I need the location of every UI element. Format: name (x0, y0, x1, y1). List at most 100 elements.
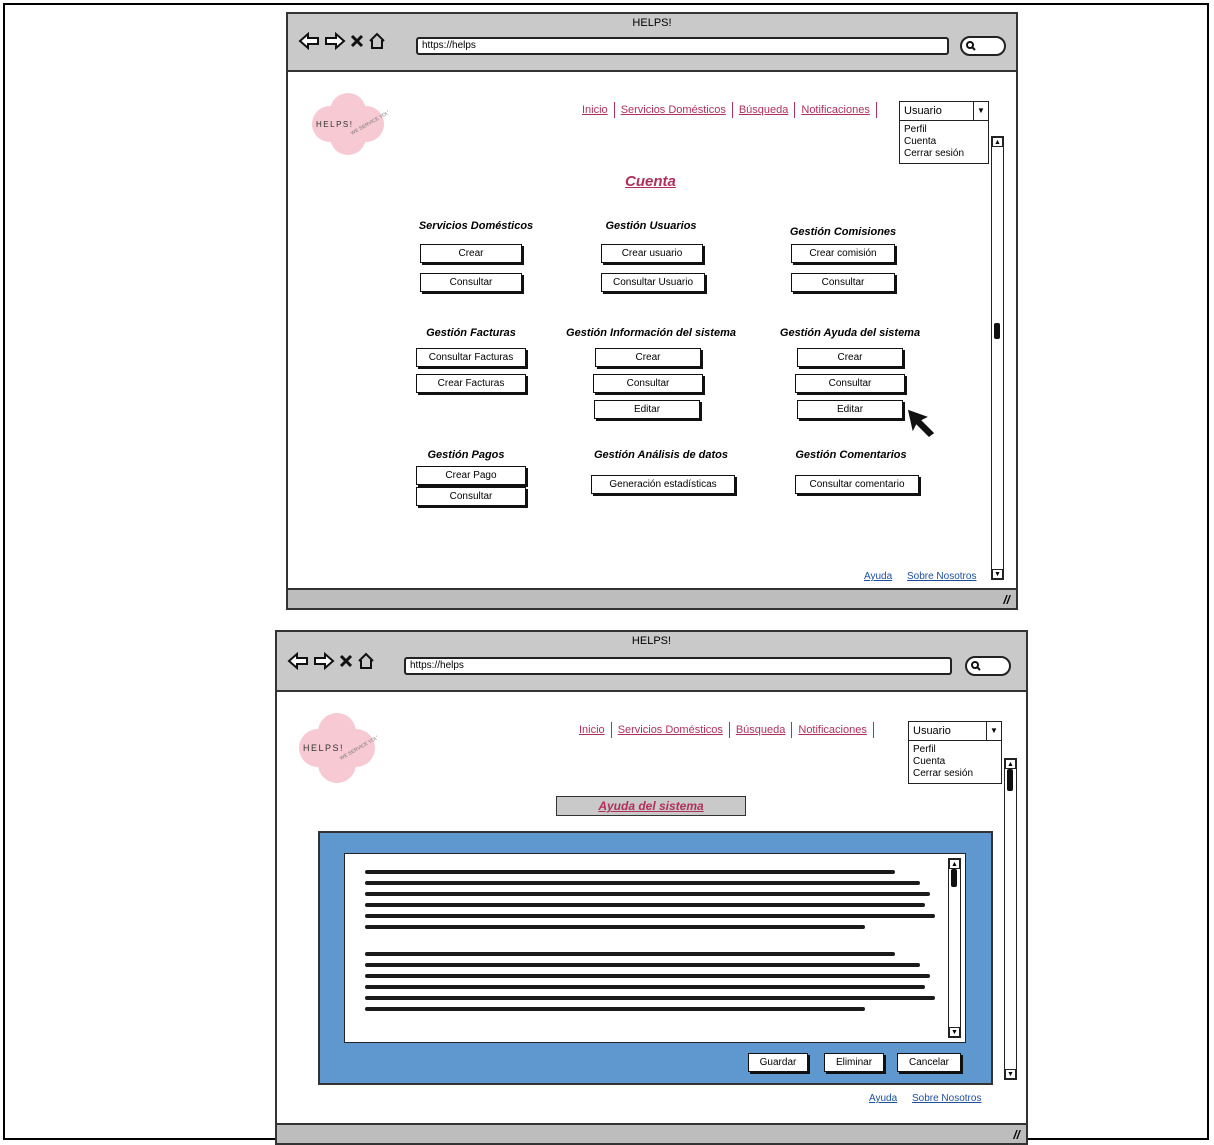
footer-ayuda-link[interactable]: Ayuda (864, 571, 892, 582)
browser-chrome: HELPS! https://helps (277, 632, 1026, 692)
menu-item-perfil[interactable]: Perfil (900, 124, 988, 136)
informacion-consultar-button[interactable]: Consultar (593, 374, 703, 393)
menu-item-perfil[interactable]: Perfil (909, 744, 1001, 756)
scroll-down-icon[interactable]: ▼ (949, 1027, 960, 1037)
footer-sobre-nosotros-link[interactable]: Sobre Nosotros (912, 1093, 981, 1104)
servicios-crear-button[interactable]: Crear (420, 244, 522, 263)
helps-logo: HELPS! WE SERVICE YOU (297, 710, 380, 791)
nav-notificaciones[interactable]: Notificaciones (792, 724, 872, 736)
guardar-button[interactable]: Guardar (748, 1053, 808, 1072)
menu-item-cerrar-sesion[interactable]: Cerrar sesión (909, 768, 1001, 780)
scroll-down-icon[interactable]: ▼ (992, 569, 1003, 579)
page-title: Cuenta (625, 173, 676, 190)
comisiones-consultar-button[interactable]: Consultar (791, 273, 895, 292)
forward-icon[interactable] (324, 32, 346, 50)
textarea-scrollbar[interactable]: ▲ ▼ (948, 858, 961, 1038)
scroll-up-icon[interactable]: ▲ (992, 137, 1003, 147)
logo-text: HELPS! (303, 743, 344, 753)
cancelar-button[interactable]: Cancelar (897, 1053, 961, 1072)
informacion-crear-button[interactable]: Crear (595, 348, 701, 367)
status-bar: // (288, 588, 1016, 608)
scroll-thumb[interactable] (1007, 769, 1013, 791)
user-dropdown-selected[interactable]: Usuario ▼ (900, 102, 988, 121)
consultar-usuario-button[interactable]: Consultar Usuario (601, 273, 705, 292)
help-editor-panel: ▲ ▼ Guardar Eliminar Cancelar (318, 831, 993, 1085)
placeholder-text-line (365, 914, 935, 918)
close-icon[interactable] (339, 653, 353, 669)
window-title: HELPS! (632, 17, 672, 29)
nav-controls (298, 32, 386, 50)
consultar-facturas-button[interactable]: Consultar Facturas (416, 348, 526, 367)
home-icon[interactable] (368, 32, 386, 50)
scroll-thumb[interactable] (951, 869, 957, 887)
crear-comision-button[interactable]: Crear comisión (791, 244, 895, 263)
resize-grip-icon[interactable]: // (1013, 1128, 1020, 1142)
close-icon[interactable] (350, 33, 364, 49)
chevron-down-icon[interactable]: ▼ (973, 102, 988, 120)
footer-ayuda-link[interactable]: Ayuda (869, 1093, 897, 1104)
user-dropdown-label: Usuario (904, 105, 942, 117)
crear-facturas-button[interactable]: Crear Facturas (416, 374, 526, 393)
informacion-editar-button[interactable]: Editar (594, 400, 700, 419)
back-icon[interactable] (287, 652, 309, 670)
user-dropdown-selected[interactable]: Usuario ▼ (909, 722, 1001, 741)
servicios-consultar-button[interactable]: Consultar (420, 273, 522, 292)
nav-controls (287, 652, 375, 670)
consultar-comentario-button[interactable]: Consultar comentario (795, 475, 919, 494)
helps-logo: HELPS! WE SERVICE YOU (308, 89, 391, 164)
vertical-scrollbar[interactable]: ▲ ▼ (991, 136, 1004, 580)
back-icon[interactable] (298, 32, 320, 50)
user-dropdown[interactable]: Usuario ▼ Perfil Cuenta Cerrar sesión (899, 101, 989, 164)
menu-item-cerrar-sesion[interactable]: Cerrar sesión (900, 148, 988, 160)
scroll-up-icon[interactable]: ▲ (949, 859, 960, 869)
placeholder-text-line (365, 925, 865, 929)
placeholder-text-line (365, 1007, 865, 1011)
nav-notificaciones[interactable]: Notificaciones (795, 104, 875, 116)
placeholder-text-line (365, 963, 920, 967)
browser-search[interactable] (960, 36, 1006, 56)
page-title: Ayuda del sistema (556, 796, 746, 816)
help-text-area[interactable]: ▲ ▼ (344, 853, 966, 1043)
group-title-informacion: Gestión Información del sistema (566, 327, 736, 339)
status-bar: // (277, 1123, 1026, 1143)
placeholder-text-line (365, 974, 930, 978)
nav-servicios[interactable]: Servicios Domésticos (612, 724, 729, 736)
scroll-up-icon[interactable]: ▲ (1005, 759, 1016, 769)
eliminar-button[interactable]: Eliminar (824, 1053, 884, 1072)
chevron-down-icon[interactable]: ▼ (986, 722, 1001, 740)
placeholder-text-line (365, 996, 935, 1000)
nav-servicios[interactable]: Servicios Domésticos (615, 104, 732, 116)
group-title-comentarios: Gestión Comentarios (795, 449, 907, 461)
scroll-thumb[interactable] (994, 323, 1000, 339)
nav-inicio[interactable]: Inicio (573, 724, 611, 736)
ayuda-editar-button[interactable]: Editar (797, 400, 903, 419)
placeholder-text-line (365, 903, 925, 907)
ayuda-consultar-button[interactable]: Consultar (795, 374, 905, 393)
vertical-scrollbar[interactable]: ▲ ▼ (1004, 758, 1017, 1080)
generacion-estadisticas-button[interactable]: Generación estadísticas (591, 475, 735, 494)
nav-busqueda[interactable]: Búsqueda (730, 724, 792, 736)
url-bar[interactable]: https://helps (416, 37, 949, 55)
group-title-pagos: Gestión Pagos (427, 449, 505, 461)
forward-icon[interactable] (313, 652, 335, 670)
scroll-down-icon[interactable]: ▼ (1005, 1069, 1016, 1079)
nav-busqueda[interactable]: Búsqueda (733, 104, 795, 116)
url-bar[interactable]: https://helps (404, 657, 952, 675)
pagos-consultar-button[interactable]: Consultar (416, 487, 526, 506)
placeholder-text-line (365, 952, 895, 956)
user-dropdown[interactable]: Usuario ▼ Perfil Cuenta Cerrar sesión (908, 721, 1002, 784)
crear-usuario-button[interactable]: Crear usuario (601, 244, 703, 263)
group-title-usuarios: Gestión Usuarios (605, 220, 697, 232)
footer-sobre-nosotros-link[interactable]: Sobre Nosotros (907, 571, 976, 582)
top-nav: Inicio Servicios Domésticos Búsqueda Not… (576, 102, 877, 118)
crear-pago-button[interactable]: Crear Pago (416, 466, 526, 485)
menu-item-cuenta[interactable]: Cuenta (900, 136, 988, 148)
browser-search[interactable] (965, 656, 1011, 676)
browser-window-ayuda: HELPS! https://helps HELPS! WE SERVICE Y… (275, 630, 1028, 1145)
resize-grip-icon[interactable]: // (1003, 593, 1010, 607)
group-title-facturas: Gestión Facturas (426, 327, 516, 339)
ayuda-crear-button[interactable]: Crear (797, 348, 903, 367)
nav-inicio[interactable]: Inicio (576, 104, 614, 116)
home-icon[interactable] (357, 652, 375, 670)
menu-item-cuenta[interactable]: Cuenta (909, 756, 1001, 768)
